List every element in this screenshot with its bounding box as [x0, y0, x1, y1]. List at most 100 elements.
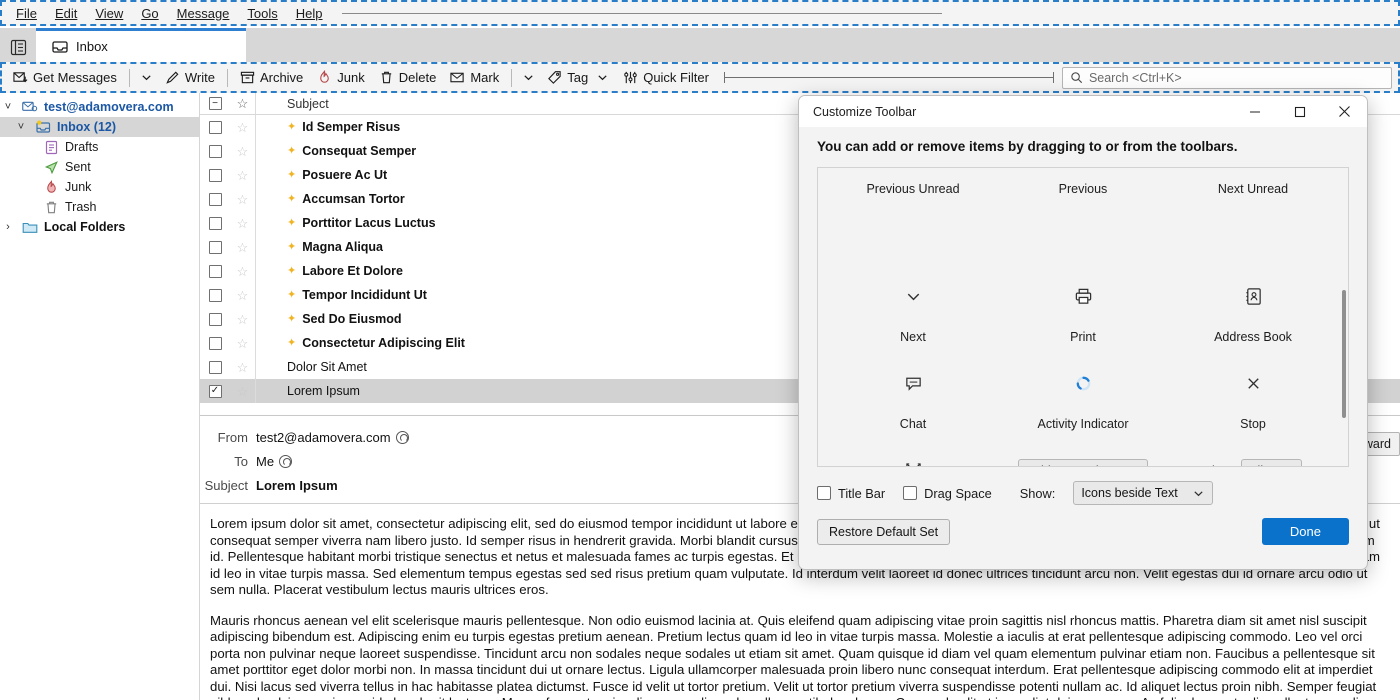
- show-mode-dropdown[interactable]: Icons beside Text: [1073, 481, 1213, 505]
- mail-views-dropdown[interactable]: All: [1241, 458, 1303, 466]
- junk-button[interactable]: Junk: [310, 67, 371, 88]
- menu-item-help[interactable]: Help: [287, 4, 332, 23]
- search-input-placeholder: Search <Ctrl+K>: [1088, 70, 1182, 85]
- row-star-button[interactable]: ☆: [230, 241, 255, 254]
- row-select-checkbox[interactable]: ✓: [200, 384, 230, 398]
- archive-button[interactable]: Archive: [233, 67, 310, 88]
- restore-default-set-button[interactable]: Restore Default Set: [817, 518, 951, 545]
- palette-item-activity-indicator[interactable]: Activity Indicator: [998, 350, 1168, 437]
- chevron-right-icon[interactable]: ›: [0, 221, 16, 233]
- close-button[interactable]: [1322, 96, 1367, 127]
- palette-item-compact[interactable]: Compact: [828, 437, 998, 466]
- row-select-checkbox[interactable]: [200, 120, 230, 134]
- title-bar-checkbox[interactable]: [817, 486, 831, 500]
- from-value[interactable]: test2@adamovera.com: [256, 430, 409, 445]
- menu-item-go[interactable]: Go: [132, 4, 167, 23]
- star-column-header[interactable]: ☆: [230, 97, 255, 110]
- folder-item-inbox[interactable]: ˅ Inbox (12): [0, 117, 199, 137]
- palette-item-next[interactable]: Next: [828, 263, 998, 350]
- row-select-checkbox[interactable]: [200, 240, 230, 254]
- folder-item-sent[interactable]: Sent: [0, 157, 199, 177]
- row-star-button[interactable]: ☆: [230, 217, 255, 230]
- delete-button[interactable]: Delete: [372, 67, 444, 88]
- maximize-button[interactable]: [1277, 96, 1322, 127]
- thunderbird-window: File Edit View Go Message Tools Help Inb…: [0, 0, 1400, 700]
- row-star-button[interactable]: ☆: [230, 145, 255, 158]
- palette-item-label: Address Book: [1214, 330, 1292, 344]
- unread-marker-icon: ✦: [287, 144, 297, 157]
- folder-account-root[interactable]: ˅ test@adamovera.com: [0, 97, 199, 117]
- row-select-checkbox[interactable]: [200, 168, 230, 182]
- global-search-box[interactable]: Search <Ctrl+K>: [1061, 66, 1392, 89]
- folder-item-junk[interactable]: Junk: [0, 177, 199, 197]
- tag-button[interactable]: Tag: [540, 67, 616, 88]
- palette-item-next-unread[interactable]: Next Unread: [1168, 176, 1338, 263]
- minimize-button[interactable]: [1232, 96, 1277, 127]
- folder-item-local-folders[interactable]: › Local Folders: [0, 217, 199, 237]
- palette-item-address-book[interactable]: Address Book: [1168, 263, 1338, 350]
- palette-item-graphic: [1168, 350, 1338, 417]
- palette-item-chat[interactable]: Chat: [828, 350, 998, 437]
- row-select-checkbox-box: [208, 312, 222, 326]
- folder-item-drafts[interactable]: Drafts: [0, 137, 199, 157]
- tab-list-button[interactable]: [0, 32, 36, 62]
- row-select-checkbox[interactable]: [200, 192, 230, 206]
- row-subject-text: Consectetur Adipiscing Elit: [302, 336, 465, 350]
- row-select-checkbox[interactable]: [200, 336, 230, 350]
- inbox-folder-icon: [34, 120, 52, 135]
- menu-item-edit[interactable]: Edit: [46, 4, 86, 23]
- unread-marker-icon: ✦: [287, 192, 297, 205]
- menu-item-message[interactable]: Message: [168, 4, 239, 23]
- write-button[interactable]: Write: [158, 67, 222, 88]
- menu-item-file[interactable]: File: [7, 4, 46, 23]
- column-divider: [255, 379, 277, 403]
- row-star-button[interactable]: ☆: [230, 193, 255, 206]
- palette-item-mail-views[interactable]: View: All Mail Views: [1168, 437, 1338, 466]
- palette-item-folder-location[interactable]: Folder Location Folder Location: [998, 437, 1168, 466]
- row-select-checkbox[interactable]: [200, 264, 230, 278]
- row-star-button[interactable]: ☆: [230, 121, 255, 134]
- select-all-checkbox[interactable]: −: [200, 97, 230, 110]
- row-select-checkbox[interactable]: [200, 288, 230, 302]
- tab-inbox[interactable]: Inbox: [36, 28, 246, 62]
- palette-scrollbar[interactable]: [1342, 290, 1346, 418]
- drag-space-checkbox-row[interactable]: Drag Space: [903, 486, 992, 501]
- get-messages-dropdown-button[interactable]: [135, 68, 158, 87]
- palette-item-previous-unread[interactable]: Previous Unread: [828, 176, 998, 263]
- row-star-button[interactable]: ☆: [230, 169, 255, 182]
- palette-item-graphic: [828, 350, 998, 417]
- dialog-title-bar[interactable]: Customize Toolbar: [799, 96, 1367, 127]
- palette-item-stop[interactable]: Stop: [1168, 350, 1338, 437]
- palette-item-print[interactable]: Print: [998, 263, 1168, 350]
- row-select-checkbox[interactable]: [200, 216, 230, 230]
- row-star-button[interactable]: ☆: [230, 385, 255, 398]
- palette-item-previous[interactable]: Previous: [998, 176, 1168, 263]
- row-subject-text: Porttitor Lacus Luctus: [302, 216, 436, 230]
- title-bar-checkbox-row[interactable]: Title Bar: [817, 486, 885, 501]
- row-select-checkbox[interactable]: [200, 360, 230, 374]
- row-select-checkbox-box: [208, 168, 222, 182]
- folder-item-trash[interactable]: Trash: [0, 197, 199, 217]
- to-value[interactable]: Me: [256, 454, 293, 469]
- star-icon: ☆: [236, 287, 249, 303]
- chevron-down-icon[interactable]: ˅: [13, 121, 29, 133]
- row-star-button[interactable]: ☆: [230, 289, 255, 302]
- mark-button[interactable]: Mark: [443, 67, 506, 88]
- row-star-button[interactable]: ☆: [230, 361, 255, 374]
- get-messages-button[interactable]: Get Messages: [6, 67, 124, 88]
- row-star-button[interactable]: ☆: [230, 337, 255, 350]
- folder-location-dropdown[interactable]: Folder Location: [1018, 458, 1148, 466]
- done-button[interactable]: Done: [1261, 518, 1349, 545]
- drag-space-checkbox[interactable]: [903, 486, 918, 500]
- menu-item-tools[interactable]: Tools: [238, 4, 286, 23]
- chevron-down-icon[interactable]: ˅: [0, 101, 16, 113]
- row-select-checkbox[interactable]: [200, 144, 230, 158]
- mark-dropdown-button[interactable]: [517, 68, 540, 87]
- quick-filter-button[interactable]: Quick Filter: [616, 67, 716, 88]
- from-address: test2@adamovera.com: [256, 429, 391, 445]
- menu-item-view[interactable]: View: [86, 4, 132, 23]
- column-divider: [255, 259, 277, 283]
- row-select-checkbox[interactable]: [200, 312, 230, 326]
- row-star-button[interactable]: ☆: [230, 313, 255, 326]
- row-star-button[interactable]: ☆: [230, 265, 255, 278]
